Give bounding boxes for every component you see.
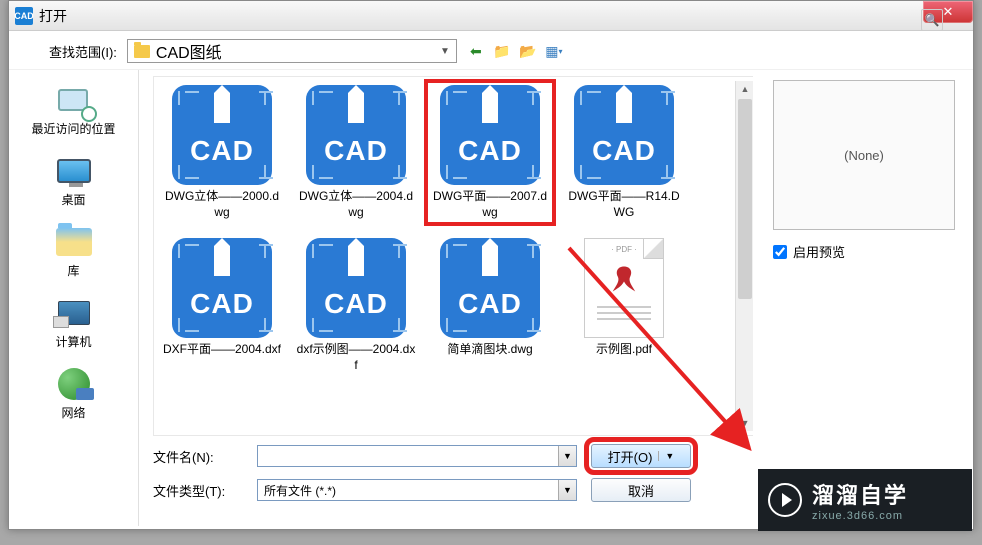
titlebar: CAD 打开 ✕ [9, 1, 973, 31]
scroll-down-arrow[interactable]: ▼ [736, 415, 753, 431]
file-label: DWG平面——R14.DWG [564, 189, 684, 220]
open-button[interactable]: 打开(O) ▼ [591, 444, 691, 468]
watermark-title: 溜溜自学 [812, 478, 908, 510]
lookin-row: 查找范围(I): CAD图纸 ▼ ⬅ 📁 📂 ▦▾ 🔍 [9, 31, 973, 70]
file-label: 示例图.pdf [564, 342, 684, 358]
file-item[interactable]: CAD dxf示例图——2004.dxf [292, 234, 420, 377]
app-icon: CAD [15, 7, 33, 25]
sidebar-item-label: 最近访问的位置 [31, 120, 115, 137]
enable-preview-input[interactable] [773, 245, 787, 259]
enable-preview-checkbox[interactable]: 启用预览 [773, 242, 955, 261]
file-item[interactable]: CAD DXF平面——2004.dxf [158, 234, 286, 377]
file-label: 简单滴图块.dwg [430, 342, 550, 358]
places-sidebar: 最近访问的位置 桌面 库 计算机 网络 [9, 70, 139, 526]
cancel-button[interactable]: 取消 [591, 478, 691, 502]
watermark: 溜溜自学 zixue.3d66.com [758, 469, 972, 531]
pdf-file-icon: · PDF · [584, 238, 664, 338]
cad-file-icon: CAD [306, 238, 406, 338]
filetype-select[interactable]: 所有文件 (*.*) ▼ [257, 479, 577, 501]
file-item[interactable]: CAD DWG立体——2000.dwg [158, 81, 286, 224]
cad-file-icon: CAD [440, 85, 540, 185]
sidebar-item-label: 库 [67, 262, 79, 279]
search-icon[interactable]: 🔍 [921, 9, 943, 31]
play-icon [768, 483, 802, 517]
file-label: DXF平面——2004.dxf [162, 342, 282, 358]
sidebar-item-label: 网络 [61, 404, 85, 421]
file-item[interactable]: CAD DWG平面——2007.dwg [426, 81, 554, 224]
preview-pane: (None) 启用预览 [763, 70, 973, 526]
file-item[interactable]: · PDF · 示例图.pdf [560, 234, 688, 377]
sidebar-item-label: 计算机 [55, 333, 91, 350]
file-item[interactable]: CAD DWG立体——2004.dwg [292, 81, 420, 224]
watermark-sub: zixue.3d66.com [812, 510, 908, 522]
cad-file-icon: CAD [306, 85, 406, 185]
back-icon[interactable]: ⬅ [467, 42, 485, 60]
filename-label: 文件名(N): [153, 447, 243, 466]
file-item[interactable]: CAD DWG平面——R14.DWG [560, 81, 688, 224]
sidebar-item-library[interactable]: 库 [50, 220, 98, 283]
bottom-form: 文件名(N): ▼ 打开(O) ▼ 文件类型(T): 所有文件 (*.*) ▼ [153, 436, 753, 502]
views-icon[interactable]: ▦▾ [545, 42, 563, 60]
chevron-down-icon[interactable]: ▼ [658, 451, 674, 461]
chevron-down-icon[interactable]: ▼ [558, 480, 576, 500]
file-label: DWG立体——2000.dwg [162, 189, 282, 220]
file-item[interactable]: CAD 简单滴图块.dwg [426, 234, 554, 377]
lookin-label: 查找范围(I): [49, 42, 117, 61]
file-label: dxf示例图——2004.dxf [296, 342, 416, 373]
cad-file-icon: CAD [172, 85, 272, 185]
scroll-up-arrow[interactable]: ▲ [736, 81, 753, 97]
preview-box: (None) [773, 80, 955, 230]
sidebar-item-recent[interactable]: 最近访问的位置 [27, 78, 119, 141]
sidebar-item-network[interactable]: 网络 [50, 362, 98, 425]
filename-input[interactable]: ▼ [257, 445, 577, 467]
open-dialog: CAD 打开 ✕ 查找范围(I): CAD图纸 ▼ ⬅ 📁 📂 ▦▾ 🔍 最近访… [8, 0, 974, 530]
toolbar-icons: ⬅ 📁 📂 ▦▾ [467, 42, 563, 60]
window-title: 打开 [39, 6, 67, 26]
chevron-down-icon: ▼ [440, 46, 450, 57]
up-folder-icon[interactable]: 📁 [493, 42, 511, 60]
lookin-value: CAD图纸 [156, 39, 222, 63]
new-folder-icon[interactable]: 📂 [519, 42, 537, 60]
sidebar-item-label: 桌面 [61, 191, 85, 208]
cad-file-icon: CAD [440, 238, 540, 338]
sidebar-item-desktop[interactable]: 桌面 [50, 149, 98, 212]
filetype-label: 文件类型(T): [153, 481, 243, 500]
cad-file-icon: CAD [172, 238, 272, 338]
chevron-down-icon[interactable]: ▼ [558, 446, 576, 466]
lookin-combo[interactable]: CAD图纸 ▼ [127, 39, 457, 63]
preview-none-text: (None) [844, 148, 884, 163]
vertical-scrollbar[interactable]: ▲ ▼ [735, 81, 753, 431]
enable-preview-label: 启用预览 [793, 242, 845, 261]
file-label: DWG平面——2007.dwg [430, 189, 550, 220]
filetype-value: 所有文件 (*.*) [264, 482, 336, 499]
folder-icon [134, 45, 150, 58]
cad-file-icon: CAD [574, 85, 674, 185]
file-label: DWG立体——2004.dwg [296, 189, 416, 220]
files-grid: CAD DWG立体——2000.dwg CAD DWG立体——2004.dwg CAD D… [153, 76, 753, 436]
file-list-pane: CAD DWG立体——2000.dwg CAD DWG立体——2004.dwg CAD D… [139, 70, 763, 526]
scroll-thumb[interactable] [738, 99, 752, 299]
sidebar-item-computer[interactable]: 计算机 [50, 291, 98, 354]
